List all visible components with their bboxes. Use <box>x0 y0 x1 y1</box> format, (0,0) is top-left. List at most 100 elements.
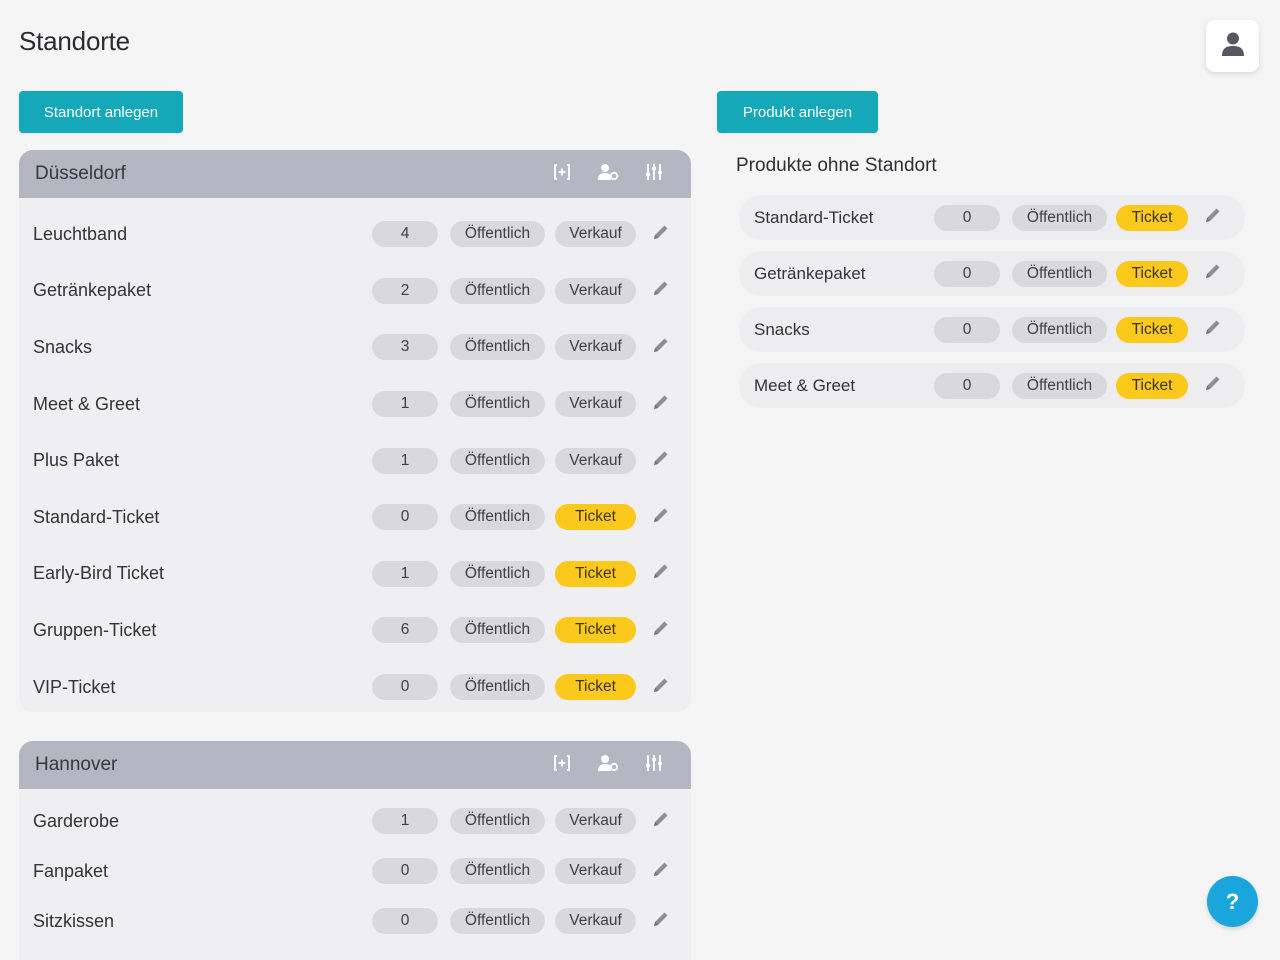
add-location-button[interactable]: Standort anlegen <box>19 91 183 133</box>
product-type-badge[interactable]: Ticket <box>1116 260 1188 287</box>
location-actions <box>551 741 665 789</box>
pencil-icon <box>652 336 670 359</box>
unassigned-products-title: Produkte ohne Standort <box>736 155 937 176</box>
product-type-badge[interactable]: Verkauf <box>555 447 636 474</box>
product-type-badge[interactable]: Ticket <box>555 560 636 587</box>
sliders-icon <box>644 162 664 187</box>
product-type-badge[interactable]: Ticket <box>555 617 636 644</box>
edit-product-button[interactable] <box>651 811 671 831</box>
user-settings-button[interactable] <box>597 163 619 185</box>
product-row: Garderobe 1 Öffentlich Verkauf <box>19 796 691 846</box>
product-name: Early-Bird Ticket <box>33 563 165 584</box>
product-type-badge[interactable]: Verkauf <box>555 908 636 934</box>
product-type-badge[interactable]: Verkauf <box>555 277 636 304</box>
product-name: Getränkepaket <box>754 263 866 283</box>
visibility-badge[interactable]: Öffentlich <box>1012 372 1107 399</box>
stock-count-badge: 3 <box>372 334 438 361</box>
sliders-button[interactable] <box>643 163 665 185</box>
pencil-icon <box>1204 374 1222 397</box>
stock-count-badge: 0 <box>934 204 1000 231</box>
pencil-icon <box>1204 206 1222 229</box>
visibility-badge[interactable]: Öffentlich <box>450 391 545 418</box>
product-row: Plus Paket 1 Öffentlich Verkauf <box>19 432 691 489</box>
location-header: Hannover <box>19 741 691 789</box>
product-type-badge[interactable]: Ticket <box>555 674 636 701</box>
expand-icon <box>552 753 572 778</box>
expand-button[interactable] <box>551 163 573 185</box>
visibility-badge[interactable]: Öffentlich <box>450 908 545 934</box>
edit-product-button[interactable] <box>651 451 671 471</box>
visibility-badge[interactable]: Öffentlich <box>1012 204 1107 231</box>
product-row: Meet & Greet 1 Öffentlich Verkauf <box>19 376 691 433</box>
product-type-badge[interactable]: Ticket <box>555 504 636 531</box>
product-type-badge[interactable]: Ticket <box>1116 204 1188 231</box>
product-name: Sitzkissen <box>33 910 115 931</box>
edit-product-button[interactable] <box>651 620 671 640</box>
expand-button[interactable] <box>551 754 573 776</box>
product-type-badge[interactable]: Ticket <box>1116 372 1188 399</box>
edit-product-button[interactable] <box>651 394 671 414</box>
stock-count-badge: 0 <box>934 260 1000 287</box>
product-type-badge[interactable]: Verkauf <box>555 391 636 418</box>
visibility-badge[interactable]: Öffentlich <box>450 674 545 701</box>
edit-product-button[interactable] <box>651 224 671 244</box>
visibility-badge[interactable]: Öffentlich <box>450 504 545 531</box>
pencil-icon <box>652 562 670 585</box>
product-type-badge[interactable]: Verkauf <box>555 221 636 248</box>
pencil-icon <box>652 506 670 529</box>
visibility-badge[interactable]: Öffentlich <box>450 858 545 884</box>
edit-product-button[interactable] <box>1203 264 1223 284</box>
edit-product-button[interactable] <box>651 677 671 697</box>
pencil-icon <box>1204 318 1222 341</box>
edit-product-button[interactable] <box>651 861 671 881</box>
product-type-badge[interactable]: Verkauf <box>555 808 636 834</box>
user-settings-icon <box>597 753 619 778</box>
sliders-button[interactable] <box>643 754 665 776</box>
product-row: Gruppen-Ticket 6 Öffentlich Ticket <box>19 602 691 659</box>
visibility-badge[interactable]: Öffentlich <box>450 617 545 644</box>
edit-product-button[interactable] <box>1203 376 1223 396</box>
product-type-badge[interactable]: Ticket <box>1116 316 1188 343</box>
visibility-badge[interactable]: Öffentlich <box>450 277 545 304</box>
help-button[interactable]: ? <box>1207 876 1258 927</box>
visibility-badge[interactable]: Öffentlich <box>450 560 545 587</box>
edit-product-button[interactable] <box>651 281 671 301</box>
product-row: Fanpaket 0 Öffentlich Verkauf <box>19 846 691 896</box>
visibility-badge[interactable]: Öffentlich <box>450 447 545 474</box>
user-account-button[interactable] <box>1206 20 1259 72</box>
location-card: Düsseldorf Leuchtband 4 Öffentlich Verkauf Ge… <box>19 150 691 712</box>
pencil-icon <box>1204 262 1222 285</box>
product-type-badge[interactable]: Verkauf <box>555 334 636 361</box>
visibility-badge[interactable]: Öffentlich <box>450 808 545 834</box>
edit-product-button[interactable] <box>651 564 671 584</box>
product-name: Fanpaket <box>33 860 109 881</box>
product-row: Snacks 3 Öffentlich Verkauf <box>19 319 691 376</box>
add-product-button[interactable]: Produkt anlegen <box>717 91 878 133</box>
product-name: Snacks <box>33 336 93 357</box>
edit-product-button[interactable] <box>651 507 671 527</box>
edit-product-button[interactable] <box>651 337 671 357</box>
stock-count-badge: 0 <box>372 858 438 884</box>
product-row: Getränkepaket 0 Öffentlich Ticket <box>739 251 1245 296</box>
stock-count-badge: 0 <box>934 316 1000 343</box>
visibility-badge[interactable]: Öffentlich <box>450 221 545 248</box>
location-name: Hannover <box>35 754 118 775</box>
visibility-badge[interactable]: Öffentlich <box>450 334 545 361</box>
pencil-icon <box>652 449 670 472</box>
stock-count-badge: 0 <box>372 674 438 701</box>
edit-product-button[interactable] <box>1203 208 1223 228</box>
product-type-badge[interactable]: Verkauf <box>555 858 636 884</box>
user-icon <box>1221 31 1245 62</box>
visibility-badge[interactable]: Öffentlich <box>1012 260 1107 287</box>
product-name: Plus Paket <box>33 450 120 471</box>
product-name: Meet & Greet <box>754 375 856 395</box>
location-product-list: Garderobe 1 Öffentlich Verkauf Fanpaket 0 Öffe… <box>19 789 691 946</box>
pencil-icon <box>652 676 670 699</box>
user-settings-button[interactable] <box>597 754 619 776</box>
edit-product-button[interactable] <box>1203 320 1223 340</box>
edit-product-button[interactable] <box>651 911 671 931</box>
stock-count-badge: 1 <box>372 808 438 834</box>
product-row: Meet & Greet 0 Öffentlich Ticket <box>739 363 1245 408</box>
location-product-list: Leuchtband 4 Öffentlich Verkauf Getränkepake… <box>19 198 691 712</box>
visibility-badge[interactable]: Öffentlich <box>1012 316 1107 343</box>
